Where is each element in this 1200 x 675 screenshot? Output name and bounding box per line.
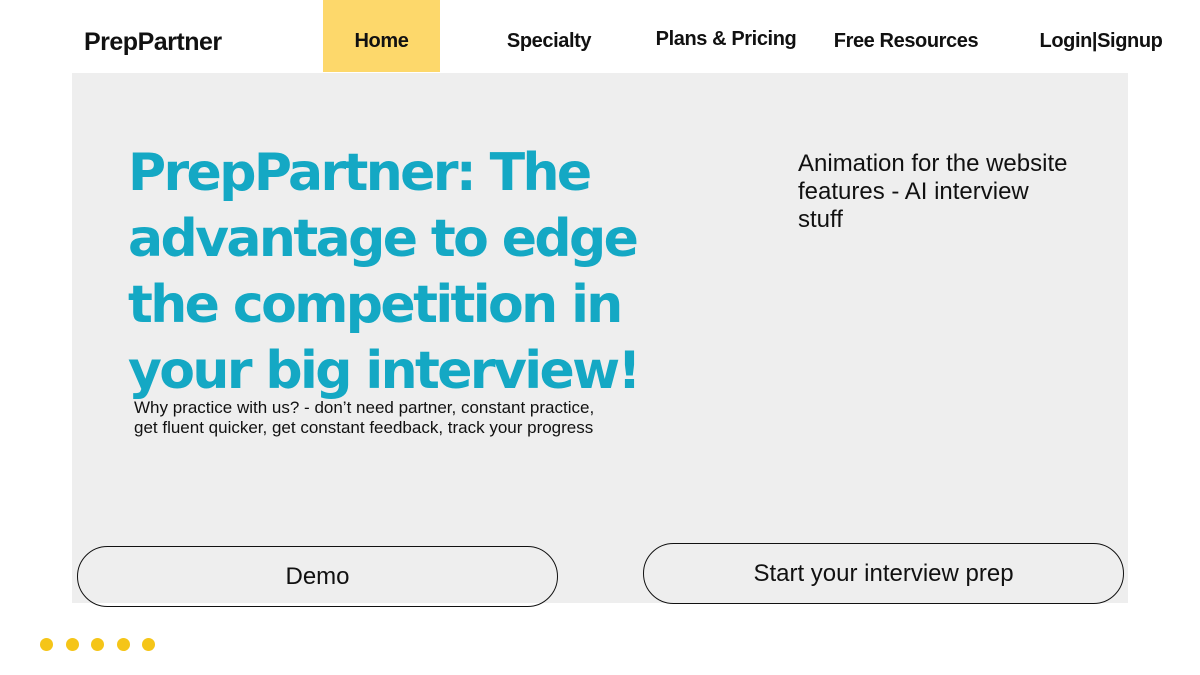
nav-plans-pricing[interactable]: Plans & Pricing (648, 0, 804, 72)
nav-free-resources[interactable]: Free Resources (826, 0, 986, 72)
dot-icon[interactable] (142, 638, 155, 651)
dot-icon[interactable] (40, 638, 53, 651)
brand-logo[interactable]: PrepPartner (84, 22, 222, 62)
start-interview-prep-button[interactable]: Start your interview prep (643, 543, 1124, 604)
nav-home[interactable]: Home (323, 0, 440, 72)
carousel-dots (40, 638, 155, 651)
demo-button[interactable]: Demo (77, 546, 558, 607)
dot-icon[interactable] (91, 638, 104, 651)
animation-placeholder-note: Animation for the website features - AI … (798, 150, 1068, 233)
dot-icon[interactable] (65, 638, 79, 651)
page: PrepPartner Home Specialty Plans & Prici… (0, 0, 1200, 675)
dot-icon[interactable] (116, 638, 130, 651)
why-practice-text: Why practice with us? - don’t need partn… (134, 398, 595, 437)
nav-specialty[interactable]: Specialty (488, 0, 610, 72)
hero-headline: PrepPartner: The advantage to edge the c… (128, 143, 641, 401)
nav-login-signup[interactable]: Login|Signup (1030, 0, 1172, 72)
